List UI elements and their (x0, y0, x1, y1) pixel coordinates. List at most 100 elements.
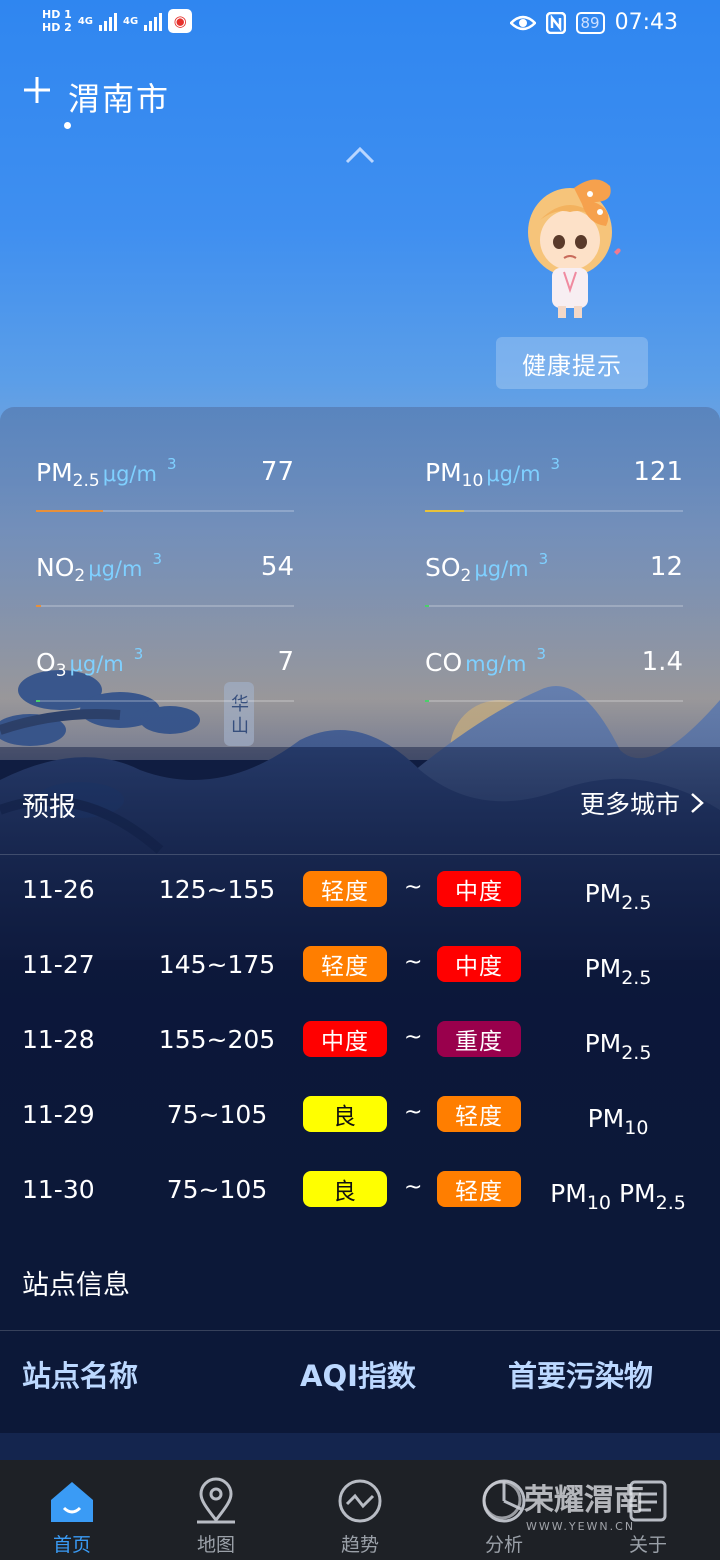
pollutant-value: 77 (260, 457, 294, 487)
unit-superscript: 3 (536, 645, 547, 663)
station-section: 站点信息 站点名称 AQI指数 首要污染物 (0, 1227, 720, 1473)
pollutant-item-o3: O3 μg/m 3 7 (36, 597, 294, 702)
nav-label: 首页 (52, 1534, 91, 1556)
pollutant-name: NO (36, 553, 75, 582)
pollutant-name: PM (36, 458, 73, 487)
mascot-girl-image (528, 179, 621, 318)
unit-superscript: 3 (133, 645, 144, 663)
pollutant-unit: μg/m 3 (88, 550, 162, 581)
add-city-button[interactable] (22, 74, 54, 110)
pollutant-subscript: 10 (586, 1192, 611, 1214)
signal-icon (144, 11, 163, 31)
aqi-level-badge-to: 中度 (437, 946, 521, 982)
forecast-row[interactable]: 11-27 145~175 轻度 ~ 中度 PM2.5 (0, 946, 720, 989)
range-tilde: ~ (404, 1025, 423, 1050)
pollutant-value: 12 (649, 552, 683, 582)
unit-text: mg/m (465, 652, 527, 676)
unit-superscript: 3 (166, 455, 177, 473)
pollutant-name: PM (584, 954, 622, 983)
nav-label: 地图 (196, 1534, 235, 1556)
forecast-row[interactable]: 11-28 155~205 中度 ~ 重度 PM2.5 (0, 1021, 720, 1064)
nav-label: 趋势 (340, 1534, 379, 1556)
pollutant-item-co: CO mg/m 3 1.4 (425, 597, 683, 702)
range-tilde: ~ (404, 1175, 423, 1200)
pollutant-level-fill (36, 700, 40, 702)
pollutant-subscript: 2.5 (655, 1192, 686, 1214)
more-cities-label: 更多城市 (579, 790, 680, 819)
aqi-level-badge-from: 良 (303, 1096, 387, 1132)
pollutant-card: PM2.5 μg/m 3 77 PM10 μg/m 3 121 NO2 μg/m 3 54 … (0, 407, 720, 747)
pollutant-name: PM (425, 458, 462, 487)
forecast-date: 11-30 (22, 1175, 95, 1204)
pollutant-unit: mg/m 3 (465, 645, 546, 676)
forecast-date: 11-26 (22, 875, 95, 904)
column-header-station-name[interactable]: 站点名称 (22, 1353, 138, 1395)
unit-superscript: 3 (152, 550, 162, 568)
forecast-aqi-range: 155~205 (158, 1025, 276, 1054)
forecast-row[interactable]: 11-26 125~155 轻度 ~ 中度 PM2.5 (0, 871, 720, 914)
forecast-aqi-range: 125~155 (158, 875, 276, 904)
pollutant-subscript: 10 (461, 471, 484, 491)
aqi-level-badge-to: 重度 (437, 1021, 521, 1057)
aqi-level-badge-from: 中度 (303, 1021, 387, 1057)
nfc-icon (545, 11, 566, 34)
pollutant-value: 7 (277, 647, 294, 677)
forecast-date: 11-28 (22, 1025, 95, 1054)
pollutant-level-bar (36, 700, 294, 702)
unit-text: μg/m (486, 462, 541, 486)
divider (0, 1330, 720, 1331)
pollutant-subscript: 3 (55, 661, 67, 681)
column-header-primary-pollutant[interactable]: 首要污染物 (508, 1353, 653, 1395)
pollutant-unit: μg/m 3 (103, 455, 177, 486)
pollutant-subscript: 2.5 (621, 892, 652, 914)
pollutant-name: PM (584, 1029, 622, 1058)
forecast-title: 预报 (22, 792, 76, 823)
pollutant-name: SO (425, 553, 461, 582)
range-tilde: ~ (404, 950, 423, 975)
more-cities-link[interactable]: 更多城市 (580, 785, 704, 821)
forecast-aqi-range: 75~105 (166, 1100, 268, 1129)
forecast-primary-pollutant: PM2.5 (540, 1029, 696, 1064)
watermark-url: WWW.YEWN.CN (526, 1520, 635, 1533)
chevron-right-icon (691, 793, 704, 813)
forecast-primary-pollutant: PM10 (540, 1104, 696, 1139)
pollutant-name: PM (618, 1179, 656, 1208)
pollutant-subscript: 2.5 (621, 1042, 652, 1064)
pollutant-unit: μg/m 3 (70, 645, 144, 676)
pollutant-subscript: 10 (624, 1117, 649, 1139)
nav-item-trend[interactable]: 趋势 (288, 1460, 432, 1560)
forecast-primary-pollutant: PM10 PM2.5 (540, 1179, 696, 1214)
trend-icon (338, 1479, 382, 1523)
forecast-row[interactable]: 11-29 75~105 良 ~ 轻度 PM10 (0, 1096, 720, 1139)
nav-item-home[interactable]: 首页 (0, 1460, 144, 1560)
aqi-level-badge-to: 轻度 (437, 1171, 521, 1207)
hd-indicators: HD 1 HD 2 (42, 8, 72, 34)
aqi-level-badge-from: 轻度 (303, 946, 387, 982)
status-bar: HD 1 HD 2 4G 4G ◉ 89 07:43 (0, 0, 720, 56)
pollutant-name: PM (584, 879, 622, 908)
battery-icon: 89 (575, 11, 605, 34)
chevron-up-icon[interactable] (345, 146, 375, 164)
health-tips-button[interactable]: 健康提示 (496, 337, 648, 389)
nav-item-map[interactable]: 地图 (144, 1460, 288, 1560)
home-icon (51, 1482, 93, 1522)
weibo-icon: ◉ (168, 9, 193, 33)
plus-icon (24, 77, 50, 103)
pollutant-level-fill (425, 700, 429, 702)
unit-superscript: 3 (538, 550, 549, 568)
aqi-level-badge-to: 轻度 (437, 1096, 521, 1132)
page-indicator-dot (64, 122, 71, 129)
pollutant-subscript: 2.5 (72, 471, 100, 491)
pollutant-value: 121 (633, 457, 683, 487)
range-tilde: ~ (404, 1100, 423, 1125)
hd1-label: HD 1 (42, 8, 72, 21)
forecast-row[interactable]: 11-30 75~105 良 ~ 轻度 PM10 PM2.5 (0, 1171, 720, 1214)
pollutant-item-so2: SO2 μg/m 3 12 (425, 502, 683, 607)
pollutant-name: CO (425, 648, 463, 677)
unit-text: μg/m (474, 557, 529, 581)
pollutant-item-pm25: PM2.5 μg/m 3 77 (36, 407, 294, 512)
clock: 07:43 (614, 10, 678, 35)
pollutant-name: PM (550, 1179, 587, 1208)
city-title[interactable]: 渭南市 (68, 74, 170, 120)
column-header-aqi[interactable]: AQI指数 (300, 1353, 416, 1395)
